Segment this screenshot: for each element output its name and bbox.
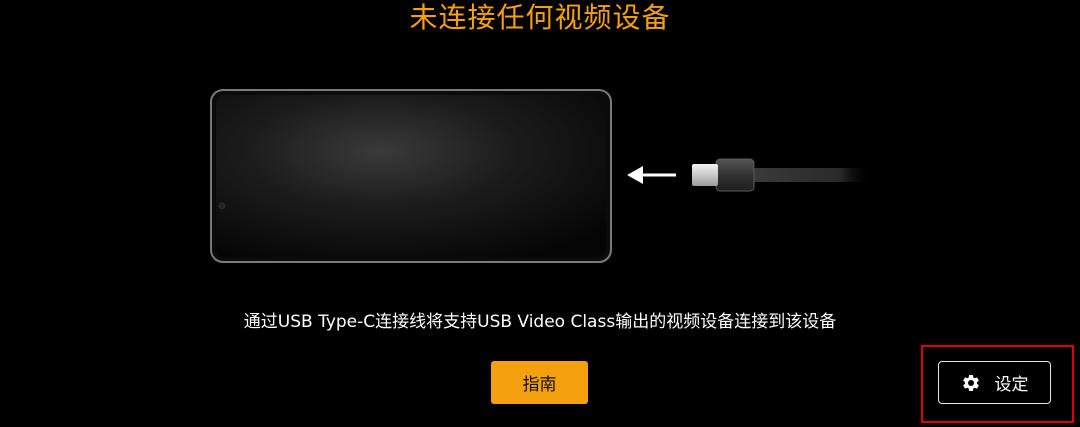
- connection-illustration: [200, 80, 880, 270]
- guide-button-label: 指南: [522, 375, 557, 395]
- guide-button[interactable]: 指南: [491, 361, 588, 404]
- smartphone-icon: [210, 89, 612, 263]
- arrow-left-icon: [627, 166, 676, 184]
- settings-button-label: 设定: [994, 375, 1029, 395]
- page-title: 未连接任何视频设备: [409, 1, 671, 34]
- gear-icon: [961, 373, 981, 393]
- usb-connection-illustration: [210, 89, 870, 263]
- usb-type-c-cable-icon: [692, 158, 870, 192]
- connection-instructions: 通过USB Type-C连接线将支持USB Video Class输出的视频设备…: [243, 312, 837, 332]
- settings-button[interactable]: 设定: [938, 361, 1051, 404]
